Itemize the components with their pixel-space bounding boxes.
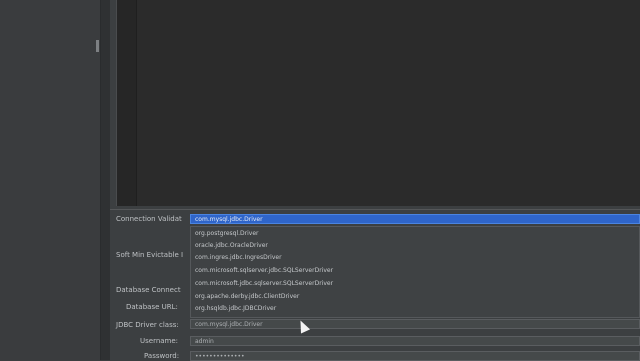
username-label: Username: (140, 337, 179, 345)
section-divider (110, 209, 640, 210)
dropdown-option[interactable]: org.hsqldb.jdbc.JDBCDriver (195, 305, 276, 312)
database-connection-label: Database Connect (116, 286, 181, 294)
username-field[interactable]: admin (190, 336, 640, 346)
dropdown-option[interactable]: org.postgresql.Driver (195, 230, 259, 237)
database-url-label: Database URL: (126, 303, 178, 311)
dropdown-option[interactable]: com.microsoft.jdbc.sqlserver.SQLServerDr… (195, 280, 333, 287)
dropdown-option[interactable]: oracle.jdbc.OracleDriver (195, 242, 268, 249)
connection-validation-label: Connection Validat (116, 215, 182, 223)
splitter-grip-icon[interactable] (96, 40, 99, 52)
dropdown-option[interactable]: com.ingres.jdbc.IngresDriver (195, 254, 282, 261)
soft-min-evictable-label: Soft Min Evictable I (116, 251, 184, 259)
jdbc-driver-class-label: JDBC Driver class: (116, 321, 179, 329)
dropdown-option[interactable]: com.microsoft.sqlserver.jdbc.SQLServerDr… (195, 267, 333, 274)
dropdown-option[interactable]: org.apache.derby.jdbc.ClientDriver (195, 293, 299, 300)
connection-validation-field[interactable]: com.mysql.jdbc.Driver (190, 214, 640, 224)
config-editor-content[interactable] (136, 0, 640, 206)
password-label: Password: (144, 352, 180, 360)
test-plan-tree-panel[interactable] (0, 0, 100, 360)
driver-class-dropdown[interactable]: org.postgresql.Driver oracle.jdbc.Oracle… (190, 226, 640, 318)
jdbc-driver-class-combobox[interactable]: com.mysql.jdbc.Driver (190, 319, 640, 329)
